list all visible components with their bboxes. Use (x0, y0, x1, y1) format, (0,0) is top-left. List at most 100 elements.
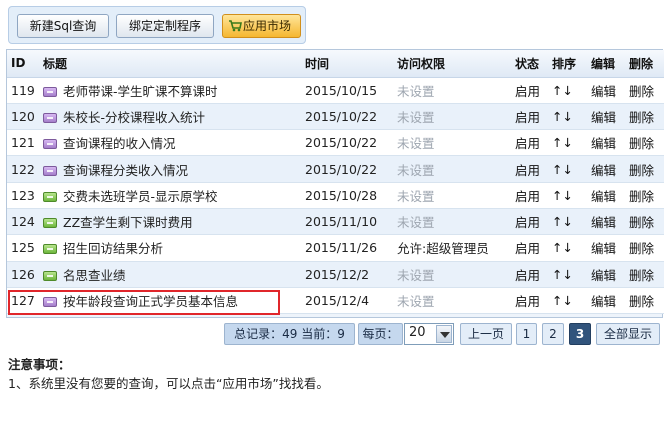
toolbar: 新建Sql查询 绑定定制程序 应用市场 (8, 6, 306, 44)
title-text[interactable]: 朱校长-分校课程收入统计 (63, 110, 205, 125)
access-cell: 未设置 (393, 155, 511, 183)
col-header-status[interactable]: 状态 (511, 50, 548, 78)
notes-title: 注意事项： (8, 357, 71, 372)
edit-link[interactable]: 编辑 (587, 129, 625, 157)
pager-summary: 总记录：49 当前：9 (224, 323, 355, 345)
page-2-button[interactable]: 2 (542, 323, 564, 345)
title-cell[interactable]: 交费未选班学员-显示原学校 (39, 182, 301, 209)
edit-link[interactable]: 编辑 (587, 182, 625, 209)
delete-link[interactable]: 删除 (625, 287, 664, 315)
table-row: 124 ZZ查学生剩下课时费用 2015/11/10 未设置 启用 ↑↓ 编辑 删除 (7, 208, 664, 236)
edit-link[interactable]: 编辑 (587, 208, 625, 236)
new-sql-query-button[interactable]: 新建Sql查询 (17, 14, 109, 38)
status-cell[interactable]: 启用 (511, 129, 548, 157)
bind-custom-program-button[interactable]: 绑定定制程序 (116, 14, 214, 38)
per-page-select[interactable]: 20 (404, 323, 454, 345)
sort-cell[interactable]: ↑↓ (548, 77, 587, 104)
delete-link[interactable]: 删除 (625, 77, 664, 104)
delete-link[interactable]: 删除 (625, 234, 664, 262)
show-all-button[interactable]: 全部显示 (596, 323, 660, 345)
title-text[interactable]: 按年龄段查询正式学员基本信息 (63, 294, 238, 309)
sort-cell[interactable]: ↑↓ (548, 208, 587, 236)
id-cell: 120 (7, 103, 39, 131)
delete-link[interactable]: 删除 (625, 261, 664, 288)
sort-cell[interactable]: ↑↓ (548, 103, 587, 131)
access-cell: 未设置 (393, 129, 511, 157)
query-icon (43, 218, 57, 229)
col-header-access[interactable]: 访问权限 (393, 50, 511, 78)
access-cell: 未设置 (393, 208, 511, 236)
status-cell[interactable]: 启用 (511, 77, 548, 104)
delete-link[interactable]: 删除 (625, 155, 664, 183)
sort-cell[interactable]: ↑↓ (548, 129, 587, 157)
access-cell: 未设置 (393, 287, 511, 315)
time-cell: 2015/12/2 (301, 261, 393, 288)
title-text[interactable]: ZZ查学生剩下课时费用 (63, 215, 193, 230)
delete-link[interactable]: 删除 (625, 129, 664, 157)
edit-link[interactable]: 编辑 (587, 261, 625, 288)
status-cell[interactable]: 启用 (511, 182, 548, 209)
page-1-button[interactable]: 1 (516, 323, 537, 345)
title-cell[interactable]: ZZ查学生剩下课时费用 (39, 208, 301, 236)
table-row: 123 交费未选班学员-显示原学校 2015/10/28 未设置 启用 ↑↓ 编辑 删除 (7, 182, 664, 209)
status-cell[interactable]: 启用 (511, 208, 548, 236)
prev-page-button[interactable]: 上一页 (460, 323, 512, 345)
title-cell[interactable]: 按年龄段查询正式学员基本信息 (39, 287, 301, 315)
title-cell[interactable]: 招生回访结果分析 (39, 234, 301, 262)
status-cell[interactable]: 启用 (511, 261, 548, 288)
title-cell[interactable]: 朱校长-分校课程收入统计 (39, 103, 301, 131)
query-icon (43, 297, 57, 308)
sort-cell[interactable]: ↑↓ (548, 182, 587, 209)
query-icon (43, 139, 57, 150)
time-cell: 2015/10/22 (301, 103, 393, 131)
col-header-title[interactable]: 标题 (39, 50, 301, 78)
table-row: 125 招生回访结果分析 2015/11/26 允许:超级管理员 启用 ↑↓ 编辑 删除 (7, 234, 664, 262)
page-3-button[interactable]: 3 (569, 323, 591, 345)
id-cell: 125 (7, 234, 39, 262)
col-header-delete: 删除 (625, 50, 664, 78)
sort-cell[interactable]: ↑↓ (548, 287, 587, 315)
title-cell[interactable]: 老师带课-学生旷课不算课时 (39, 77, 301, 104)
table-row: 120 朱校长-分校课程收入统计 2015/10/22 未设置 启用 ↑↓ 编辑 删除 (7, 103, 664, 131)
title-text[interactable]: 交费未选班学员-显示原学校 (63, 189, 218, 204)
id-cell: 126 (7, 261, 39, 288)
delete-link[interactable]: 删除 (625, 182, 664, 209)
title-cell[interactable]: 查询课程分类收入情况 (39, 155, 301, 183)
status-cell[interactable]: 启用 (511, 155, 548, 183)
table-header-row: ID 标题 时间 访问权限 状态 排序 编辑 删除 (7, 50, 664, 78)
col-header-time[interactable]: 时间 (301, 50, 393, 78)
title-cell[interactable]: 名思查业绩 (39, 261, 301, 288)
delete-link[interactable]: 删除 (625, 208, 664, 236)
title-text[interactable]: 名思查业绩 (63, 268, 126, 283)
col-header-sort[interactable]: 排序 (548, 50, 587, 78)
access-cell: 允许:超级管理员 (393, 234, 511, 262)
app-market-button[interactable]: 应用市场 (222, 14, 301, 38)
edit-link[interactable]: 编辑 (587, 77, 625, 104)
edit-link[interactable]: 编辑 (587, 103, 625, 131)
query-icon (43, 112, 57, 123)
time-cell: 2015/12/4 (301, 287, 393, 315)
id-cell: 119 (7, 77, 39, 104)
status-cell[interactable]: 启用 (511, 287, 548, 315)
delete-link[interactable]: 删除 (625, 103, 664, 131)
per-page-label: 每页： (358, 323, 403, 345)
status-cell[interactable]: 启用 (511, 103, 548, 131)
status-cell[interactable]: 启用 (511, 234, 548, 262)
sort-cell[interactable]: ↑↓ (548, 155, 587, 183)
edit-link[interactable]: 编辑 (587, 155, 625, 183)
access-cell: 未设置 (393, 182, 511, 209)
pager: 总记录：49 当前：9 每页： 20 上一页 1 2 3 全部显示 (0, 323, 670, 345)
title-text[interactable]: 查询课程的收入情况 (63, 136, 176, 151)
title-cell[interactable]: 查询课程的收入情况 (39, 129, 301, 157)
title-text[interactable]: 查询课程分类收入情况 (63, 163, 188, 178)
edit-link[interactable]: 编辑 (587, 234, 625, 262)
col-header-id[interactable]: ID (7, 50, 39, 78)
title-text[interactable]: 老师带课-学生旷课不算课时 (63, 84, 218, 99)
title-text[interactable]: 招生回访结果分析 (63, 241, 163, 256)
table-row: 122 查询课程分类收入情况 2015/10/22 未设置 启用 ↑↓ 编辑 删除 (7, 155, 664, 183)
sort-cell[interactable]: ↑↓ (548, 261, 587, 288)
sort-cell[interactable]: ↑↓ (548, 234, 587, 262)
per-page-value: 20 (409, 325, 426, 340)
query-icon (43, 191, 57, 202)
edit-link[interactable]: 编辑 (587, 287, 625, 315)
